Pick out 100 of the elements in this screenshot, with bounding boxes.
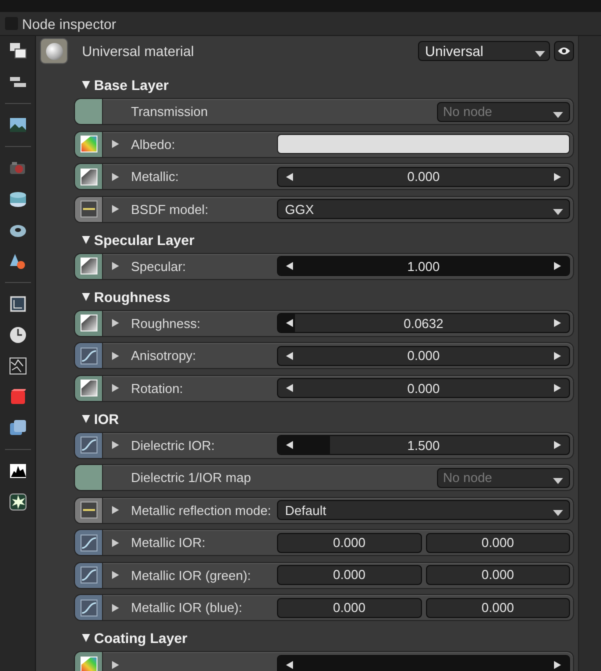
curve-icon: [80, 436, 98, 454]
gradient-icon: [80, 314, 98, 332]
value-slider[interactable]: 1.000: [277, 256, 570, 276]
pin-button[interactable]: [75, 652, 103, 671]
image-icon[interactable]: [8, 115, 28, 135]
eye-icon: [558, 47, 570, 55]
pin-button[interactable]: [75, 310, 103, 336]
caret-icon: [553, 112, 563, 118]
pin-button[interactable]: [75, 254, 103, 278]
caret-icon: [553, 209, 563, 215]
left-arrow-icon: [286, 660, 293, 668]
expand-icon[interactable]: [112, 571, 119, 579]
frame-icon[interactable]: [8, 294, 28, 314]
number-field[interactable]: 0.000: [426, 565, 570, 585]
expand-icon[interactable]: [112, 205, 119, 213]
right-arrow-icon: [554, 384, 561, 392]
gradient-icon: [80, 257, 98, 275]
histogram-icon[interactable]: [8, 461, 28, 481]
curve-icon: [80, 566, 98, 584]
node-type-dropdown[interactable]: Universal: [418, 41, 550, 61]
left-arrow-icon: [286, 172, 293, 180]
gradient-icon: [80, 379, 98, 397]
node-name: Universal material: [82, 43, 196, 59]
expand-icon[interactable]: [112, 660, 119, 668]
section-title[interactable]: Coating Layer: [94, 630, 188, 646]
caret-icon: [553, 510, 563, 516]
expand-icon[interactable]: [112, 262, 119, 270]
property-label: Metallic IOR (green):: [131, 568, 252, 582]
color-swatch[interactable]: [277, 134, 570, 154]
number-field[interactable]: 0.000: [277, 565, 422, 585]
pin-button[interactable]: [75, 562, 103, 588]
section-title[interactable]: Roughness: [94, 288, 170, 304]
pin-button[interactable]: [75, 530, 103, 555]
pin-button[interactable]: [75, 432, 103, 458]
number-field[interactable]: 0.000: [277, 598, 422, 618]
value-slider[interactable]: 0.000: [277, 166, 570, 186]
expand-icon[interactable]: [112, 506, 119, 514]
section-title[interactable]: Specular Layer: [94, 232, 194, 248]
curve-icon: [80, 598, 98, 616]
value-slider[interactable]: 1.500: [277, 435, 570, 455]
property-label: Albedo:: [131, 136, 176, 152]
texture-pattern-icon[interactable]: [8, 356, 28, 376]
eye-button[interactable]: [554, 41, 574, 61]
dropdown[interactable]: GGX: [277, 199, 570, 219]
left-arrow-icon: [286, 319, 293, 327]
windows-icon[interactable]: [8, 41, 28, 61]
layers-icon[interactable]: [8, 418, 28, 438]
value-slider[interactable]: 0.0632: [277, 313, 570, 333]
section-title[interactable]: Base Layer: [94, 77, 169, 93]
texture-icon: [80, 135, 98, 153]
property-label: BSDF model:: [131, 202, 210, 216]
dropdown[interactable]: Default: [277, 500, 570, 520]
property-label: Dielectric 1/IOR map: [131, 470, 252, 485]
property-label: Metallic reflection mode:: [131, 502, 272, 518]
material-sphere-button[interactable]: [40, 38, 68, 64]
pin-button[interactable]: [75, 498, 103, 522]
value-slider[interactable]: 0.000: [277, 346, 570, 366]
number-field[interactable]: 0.000: [277, 532, 422, 552]
clock-icon[interactable]: [8, 325, 28, 345]
pin-button[interactable]: [75, 376, 103, 400]
light-burst-icon[interactable]: [8, 492, 28, 512]
right-arrow-icon: [554, 441, 561, 449]
expand-icon[interactable]: [112, 172, 119, 180]
right-arrow-icon: [554, 352, 561, 360]
property-label: Metallic:: [131, 169, 180, 184]
number-field[interactable]: 0.000: [426, 532, 570, 552]
expand-icon[interactable]: [112, 604, 119, 612]
pin-button[interactable]: [75, 343, 103, 368]
window-title: Node inspector: [22, 16, 116, 32]
right-arrow-icon: [554, 262, 561, 270]
pin-button[interactable]: [75, 196, 103, 222]
left-arrow-icon: [286, 352, 293, 360]
right-arrow-icon: [554, 660, 561, 668]
property-label: Dielectric IOR:: [131, 438, 216, 452]
curve-icon: [80, 346, 98, 364]
property-label: Specular:: [131, 258, 187, 274]
value-slider[interactable]: 0.000: [277, 378, 570, 398]
gradient-icon: [80, 168, 98, 186]
pin-button[interactable]: [75, 132, 103, 156]
expand-icon[interactable]: [112, 352, 119, 360]
expand-icon[interactable]: [112, 140, 119, 148]
number-field[interactable]: 0.000: [426, 598, 570, 618]
caret-icon: [553, 478, 563, 484]
property-label: Transmission: [131, 104, 209, 119]
pin-button[interactable]: [75, 595, 103, 620]
expand-icon[interactable]: [112, 319, 119, 327]
property-label: Metallic IOR:: [131, 535, 206, 550]
caret-icon: [535, 51, 545, 57]
property-label: Rotation:: [131, 380, 184, 396]
left-arrow-icon: [286, 441, 293, 449]
right-arrow-icon: [554, 319, 561, 327]
expand-icon[interactable]: [112, 384, 119, 392]
expand-icon[interactable]: [112, 441, 119, 449]
property-label: Anisotropy:: [131, 348, 198, 363]
left-arrow-icon: [286, 384, 293, 392]
expand-icon[interactable]: [112, 538, 119, 546]
pin-button[interactable]: [75, 164, 103, 189]
section-title[interactable]: IOR: [94, 410, 119, 426]
property-label: Metallic IOR (blue):: [131, 600, 244, 615]
film-icon[interactable]: [8, 189, 28, 209]
